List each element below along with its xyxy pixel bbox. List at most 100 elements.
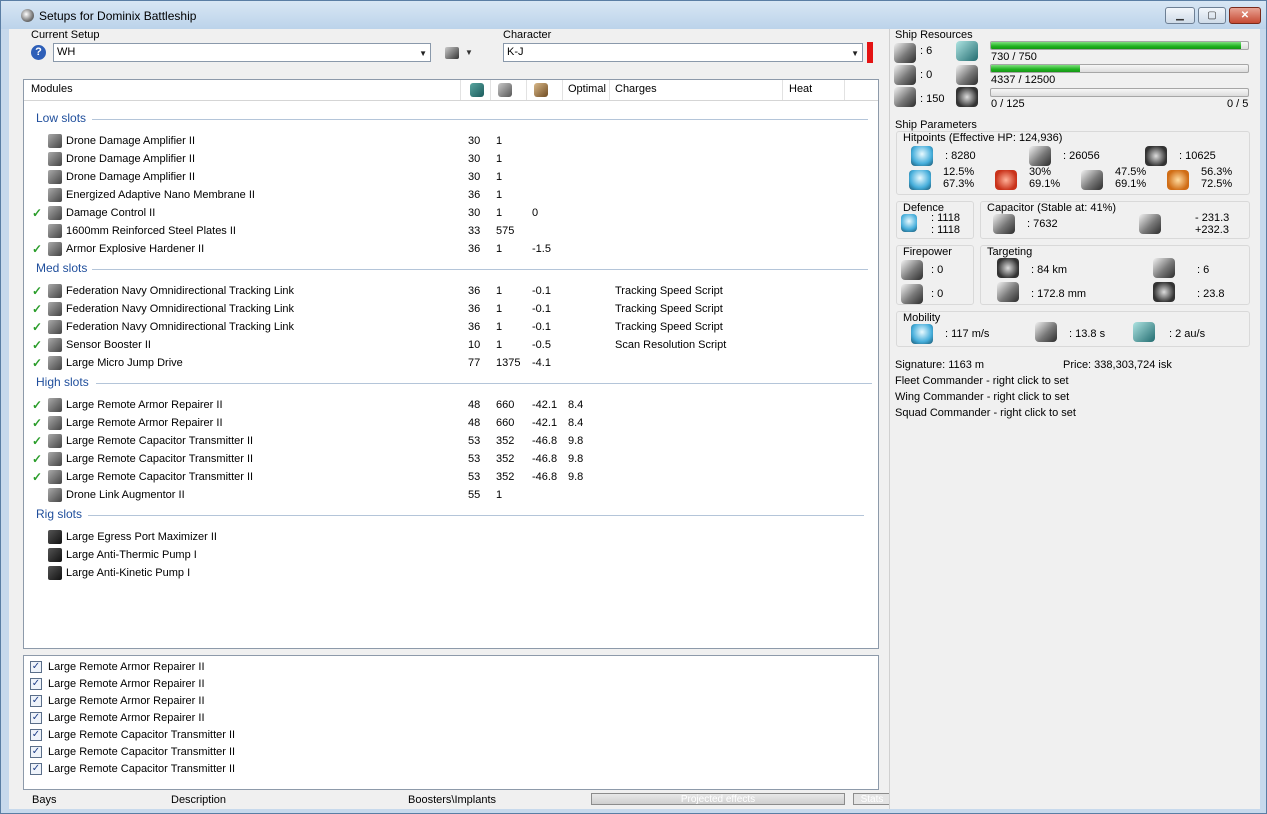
projected-checkbox[interactable]: ✓ bbox=[30, 678, 42, 690]
module-cpu: 36 bbox=[468, 189, 481, 201]
module-row[interactable]: Large Anti-Kinetic Pump I bbox=[24, 564, 878, 582]
velocity-value: : 117 m/s bbox=[945, 328, 990, 340]
projected-checkbox[interactable]: ✓ bbox=[30, 729, 42, 741]
module-capacitor: -46.8 bbox=[532, 435, 558, 447]
module-row[interactable]: ✓ Large Remote Capacitor Transmitter II 53… bbox=[24, 432, 878, 450]
module-capacitor: -42.1 bbox=[532, 417, 558, 429]
fleet-commander[interactable]: Fleet Commander - right click to set bbox=[895, 375, 1069, 387]
active-check-icon[interactable]: ✓ bbox=[32, 206, 42, 220]
module-row[interactable]: ✓ Sensor Booster II 10 1 -0.5 Scan Resolution… bbox=[24, 336, 878, 354]
armor-hp-value: : 26056 bbox=[1063, 150, 1100, 162]
defence-value-1: : 1118 bbox=[931, 212, 960, 224]
header-modules[interactable]: Modules bbox=[31, 83, 73, 95]
setup-dropdown[interactable]: WH ▼ bbox=[53, 43, 431, 62]
module-row[interactable]: ✓ Large Remote Capacitor Transmitter II 53… bbox=[24, 450, 878, 468]
module-row[interactable]: ✓ Federation Navy Omnidirectional Trackin… bbox=[24, 282, 878, 300]
module-name: Large Micro Jump Drive bbox=[66, 357, 183, 369]
module-powergrid: 1 bbox=[496, 303, 503, 315]
targeting-range-icon bbox=[997, 258, 1019, 278]
kinetic-armor-resist: 69.1% bbox=[1115, 178, 1147, 190]
module-row[interactable]: ✓ Federation Navy Omnidirectional Trackin… bbox=[24, 318, 878, 336]
tab-boosters-implants[interactable]: Boosters\Implants bbox=[408, 794, 496, 806]
module-icon bbox=[48, 206, 62, 220]
module-capacitor: -0.1 bbox=[532, 321, 551, 333]
module-powergrid: 1 bbox=[496, 285, 503, 297]
module-powergrid: 1 bbox=[496, 207, 503, 219]
active-check-icon[interactable]: ✓ bbox=[32, 416, 42, 430]
tab-description[interactable]: Description bbox=[171, 794, 226, 806]
scan-resolution: : 172.8 mm bbox=[1031, 288, 1087, 300]
app-icon bbox=[21, 9, 34, 22]
module-capacitor: 0 bbox=[532, 207, 539, 219]
module-name: Federation Navy Omnidirectional Tracking… bbox=[66, 303, 295, 315]
module-row[interactable]: ✓ Armor Explosive Hardener II 36 1 -1.5 bbox=[24, 240, 878, 258]
character-dropdown[interactable]: K-J ▼ bbox=[503, 43, 863, 62]
active-check-icon[interactable]: ✓ bbox=[32, 434, 42, 448]
align-time-icon bbox=[1035, 322, 1057, 342]
stats-button[interactable]: Stats bbox=[853, 793, 891, 805]
wing-commander[interactable]: Wing Commander - right click to set bbox=[895, 391, 1069, 403]
module-optimal: 9.8 bbox=[568, 471, 584, 483]
module-powergrid: 1 bbox=[496, 171, 503, 183]
module-name: Drone Link Augmentor II bbox=[66, 489, 185, 501]
tab-projected-effects[interactable]: Projected effects bbox=[591, 793, 845, 805]
capacitor-icon bbox=[993, 214, 1015, 234]
header-heat[interactable]: Heat bbox=[789, 83, 812, 95]
header-charges[interactable]: Charges bbox=[615, 83, 657, 95]
module-row[interactable]: Large Anti-Thermic Pump I bbox=[24, 546, 878, 564]
price-value: Price: 338,303,724 isk bbox=[1063, 359, 1172, 371]
header-optimal[interactable]: Optimal bbox=[568, 83, 606, 95]
projected-checkbox[interactable]: ✓ bbox=[30, 763, 42, 775]
module-icon bbox=[48, 188, 62, 202]
maximize-button[interactable]: ▢ bbox=[1198, 7, 1226, 24]
minimize-button[interactable]: ▁ bbox=[1165, 7, 1195, 24]
projected-checkbox[interactable]: ✓ bbox=[30, 695, 42, 707]
module-row[interactable]: Energized Adaptive Nano Membrane II 36 1 bbox=[24, 186, 878, 204]
section-low-slots: Low slots bbox=[36, 111, 87, 125]
module-row[interactable]: ✓ Large Remote Armor Repairer II 48 660 -42.… bbox=[24, 414, 878, 432]
active-check-icon[interactable]: ✓ bbox=[32, 452, 42, 466]
active-check-icon[interactable]: ✓ bbox=[32, 320, 42, 334]
module-row[interactable]: Drone Damage Amplifier II 30 1 bbox=[24, 168, 878, 186]
module-row[interactable]: Drone Damage Amplifier II 30 1 bbox=[24, 150, 878, 168]
module-row[interactable]: 1600mm Reinforced Steel Plates II 33 575 bbox=[24, 222, 878, 240]
module-powergrid: 1 bbox=[496, 189, 503, 201]
module-row[interactable]: ✓ Large Remote Armor Repairer II 48 660 -42.… bbox=[24, 396, 878, 414]
projected-checkbox[interactable]: ✓ bbox=[30, 712, 42, 724]
squad-commander[interactable]: Squad Commander - right click to set bbox=[895, 407, 1076, 419]
module-row[interactable]: Drone Damage Amplifier II 30 1 bbox=[24, 132, 878, 150]
module-row[interactable]: ✓ Federation Navy Omnidirectional Trackin… bbox=[24, 300, 878, 318]
active-check-icon[interactable]: ✓ bbox=[32, 356, 42, 370]
module-row[interactable]: ✓ Large Micro Jump Drive 77 1375 -4.1 bbox=[24, 354, 878, 372]
module-capacitor: -0.1 bbox=[532, 303, 551, 315]
targeting-group: Targeting : 84 km : 6 : 172.8 mm : 23.8 bbox=[980, 245, 1250, 305]
module-icon bbox=[48, 224, 62, 238]
explosive-armor-resist: 72.5% bbox=[1201, 178, 1233, 190]
module-name: Drone Damage Amplifier II bbox=[66, 135, 195, 147]
turrets-value: : 0 bbox=[920, 69, 933, 81]
module-row[interactable]: ✓ Large Remote Capacitor Transmitter II 53… bbox=[24, 468, 878, 486]
module-powergrid: 352 bbox=[496, 471, 515, 483]
projected-checkbox[interactable]: ✓ bbox=[30, 746, 42, 758]
shield-recharge-icon bbox=[901, 214, 917, 232]
module-capacitor: -46.8 bbox=[532, 453, 558, 465]
ship-menu-button[interactable]: ▼ bbox=[443, 45, 479, 63]
active-check-icon[interactable]: ✓ bbox=[32, 470, 42, 484]
help-icon[interactable]: ? bbox=[31, 45, 46, 60]
active-check-icon[interactable]: ✓ bbox=[32, 398, 42, 412]
active-check-icon[interactable]: ✓ bbox=[32, 302, 42, 316]
module-icon bbox=[48, 434, 62, 448]
module-row[interactable]: Drone Link Augmentor II 55 1 bbox=[24, 486, 878, 504]
hitpoints-group: Hitpoints (Effective HP: 124,936) : 8280… bbox=[896, 131, 1250, 195]
velocity-icon bbox=[911, 324, 933, 344]
tab-bays[interactable]: Bays bbox=[32, 794, 56, 806]
active-check-icon[interactable]: ✓ bbox=[32, 338, 42, 352]
close-button[interactable]: ✕ bbox=[1229, 7, 1261, 24]
projected-checkbox[interactable]: ✓ bbox=[30, 661, 42, 673]
active-check-icon[interactable]: ✓ bbox=[32, 242, 42, 256]
module-row[interactable]: ✓ Damage Control II 30 1 0 bbox=[24, 204, 878, 222]
em-armor-resist: 67.3% bbox=[943, 178, 975, 190]
active-check-icon[interactable]: ✓ bbox=[32, 284, 42, 298]
module-row[interactable]: Large Egress Port Maximizer II bbox=[24, 528, 878, 546]
module-powergrid: 1 bbox=[496, 153, 503, 165]
